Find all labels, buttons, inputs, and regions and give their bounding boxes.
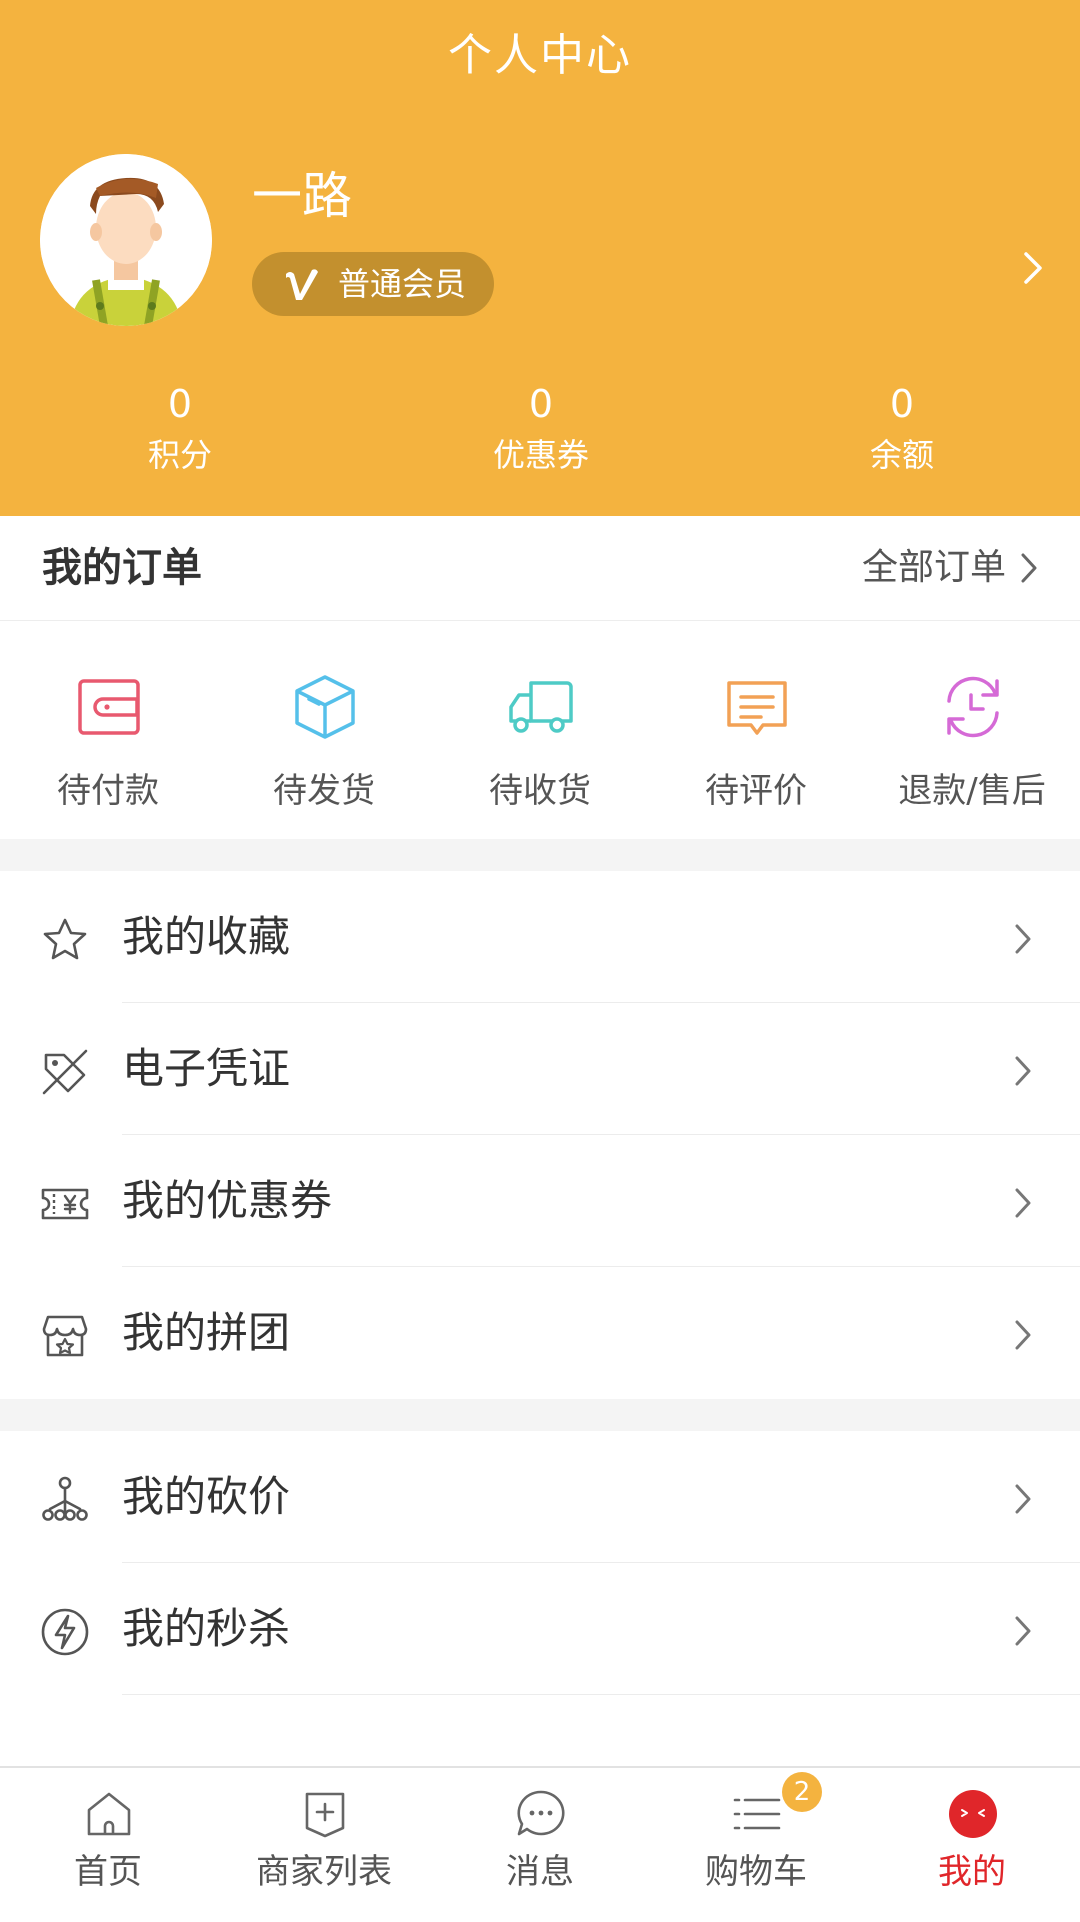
menu-item-favorites[interactable]: 我的收藏	[0, 871, 1080, 1003]
tab-merchant-list[interactable]: 商家列表	[216, 1768, 432, 1922]
menu-label: 我的拼团	[122, 1308, 291, 1357]
status-pending-shipment[interactable]: 待发货	[216, 621, 432, 839]
star-icon	[43, 918, 87, 960]
order-status-row: 待付款 待发货 待收货 待评价 退款/售后	[0, 621, 1080, 839]
menu-item-flash-sale[interactable]: 我的秒杀	[0, 1563, 1080, 1695]
menu-item-e-voucher[interactable]: 电子凭证	[0, 1003, 1080, 1135]
cart-list-icon	[733, 1798, 781, 1830]
divider	[122, 1694, 1080, 1695]
status-label: 待评价	[705, 771, 807, 811]
section-divider	[0, 1399, 1080, 1431]
status-label: 待付款	[57, 771, 159, 811]
chevron-right-icon	[1015, 1616, 1031, 1646]
page-title: 个人中心	[448, 30, 632, 81]
member-level-badge[interactable]: 普通会员	[252, 252, 494, 316]
avatar-illustration-icon	[40, 154, 212, 326]
all-orders-label: 全部订单	[861, 547, 1006, 588]
status-label: 退款/售后	[898, 771, 1046, 811]
balance-stat[interactable]: 0 余额	[782, 380, 1022, 480]
comment-icon	[727, 681, 787, 735]
tab-label: 首页	[74, 1852, 142, 1892]
status-pending-receipt[interactable]: 待收货	[432, 621, 648, 839]
tab-label: 消息	[506, 1852, 574, 1892]
chevron-right-icon[interactable]	[1018, 248, 1048, 288]
chevron-right-icon	[1021, 553, 1037, 583]
wallet-icon	[78, 679, 140, 735]
menu-label: 我的砍价	[122, 1472, 291, 1521]
points-value: 0	[167, 382, 193, 426]
chevron-right-icon	[1015, 1320, 1031, 1350]
all-orders-link[interactable]: 全部订单	[862, 544, 1040, 592]
bottom-tab-bar: 首页 商家列表 消息 购物车 我的	[0, 1766, 1080, 1922]
tab-home[interactable]: 首页	[0, 1768, 216, 1922]
chevron-right-icon	[1015, 924, 1031, 954]
status-label: 待发货	[273, 771, 375, 811]
vip-v-icon	[282, 264, 322, 304]
menu-label: 我的优惠券	[122, 1176, 333, 1225]
status-pending-review[interactable]: 待评价	[648, 621, 864, 839]
cart-count-badge: 2	[782, 1772, 822, 1812]
menu-label: 电子凭证	[122, 1044, 291, 1093]
chevron-right-icon	[1015, 1056, 1031, 1086]
voucher-tag-icon	[42, 1049, 88, 1095]
message-icon	[517, 1790, 565, 1836]
tab-label: 我的	[938, 1852, 1006, 1892]
tab-messages[interactable]: 消息	[432, 1768, 648, 1922]
menu-item-bargain[interactable]: 我的砍价	[0, 1431, 1080, 1563]
orders-title: 我的订单	[42, 545, 202, 591]
section-divider	[0, 839, 1080, 871]
menu-item-group-buy[interactable]: 我的拼团	[0, 1267, 1080, 1399]
merchant-list-icon	[305, 1792, 345, 1838]
points-label: 积分	[147, 436, 212, 474]
coupons-value: 0	[528, 382, 554, 426]
refund-icon	[947, 676, 999, 738]
box-icon	[295, 675, 355, 739]
status-refund-aftersale[interactable]: 退款/售后	[864, 621, 1080, 839]
points-stat[interactable]: 0 积分	[60, 380, 300, 480]
coupons-label: 优惠券	[492, 436, 589, 474]
balance-value: 0	[889, 382, 915, 426]
truck-icon	[509, 681, 573, 733]
coupons-stat[interactable]: 0 优惠券	[421, 380, 661, 480]
menu-label: 我的秒杀	[122, 1604, 291, 1653]
orders-section-header: 我的订单 全部订单	[0, 516, 1080, 621]
profile-header: 个人中心 一路 普通会员 0 积分 0 优惠券 0 余额	[0, 0, 1080, 516]
tab-mine[interactable]: 我的	[864, 1768, 1080, 1922]
tab-label: 购物车	[705, 1852, 807, 1892]
profile-face-icon	[949, 1790, 997, 1838]
store-icon	[42, 1315, 88, 1357]
balance-label: 余额	[869, 436, 934, 474]
status-label: 待收货	[489, 771, 591, 811]
tab-label: 商家列表	[256, 1852, 392, 1892]
coupon-icon	[41, 1188, 89, 1220]
menu-item-my-coupons[interactable]: 我的优惠券	[0, 1135, 1080, 1267]
home-icon	[87, 1792, 131, 1836]
menu-label: 我的收藏	[122, 912, 291, 961]
tab-cart[interactable]: 购物车	[648, 1768, 864, 1922]
username: 一路	[252, 167, 352, 225]
avatar[interactable]	[40, 154, 212, 326]
lightning-icon	[41, 1608, 89, 1656]
status-pending-payment[interactable]: 待付款	[0, 621, 216, 839]
chevron-right-icon	[1015, 1484, 1031, 1514]
member-level-label: 普通会员	[338, 265, 467, 303]
chevron-right-icon	[1015, 1188, 1031, 1218]
bargain-icon	[42, 1476, 88, 1521]
